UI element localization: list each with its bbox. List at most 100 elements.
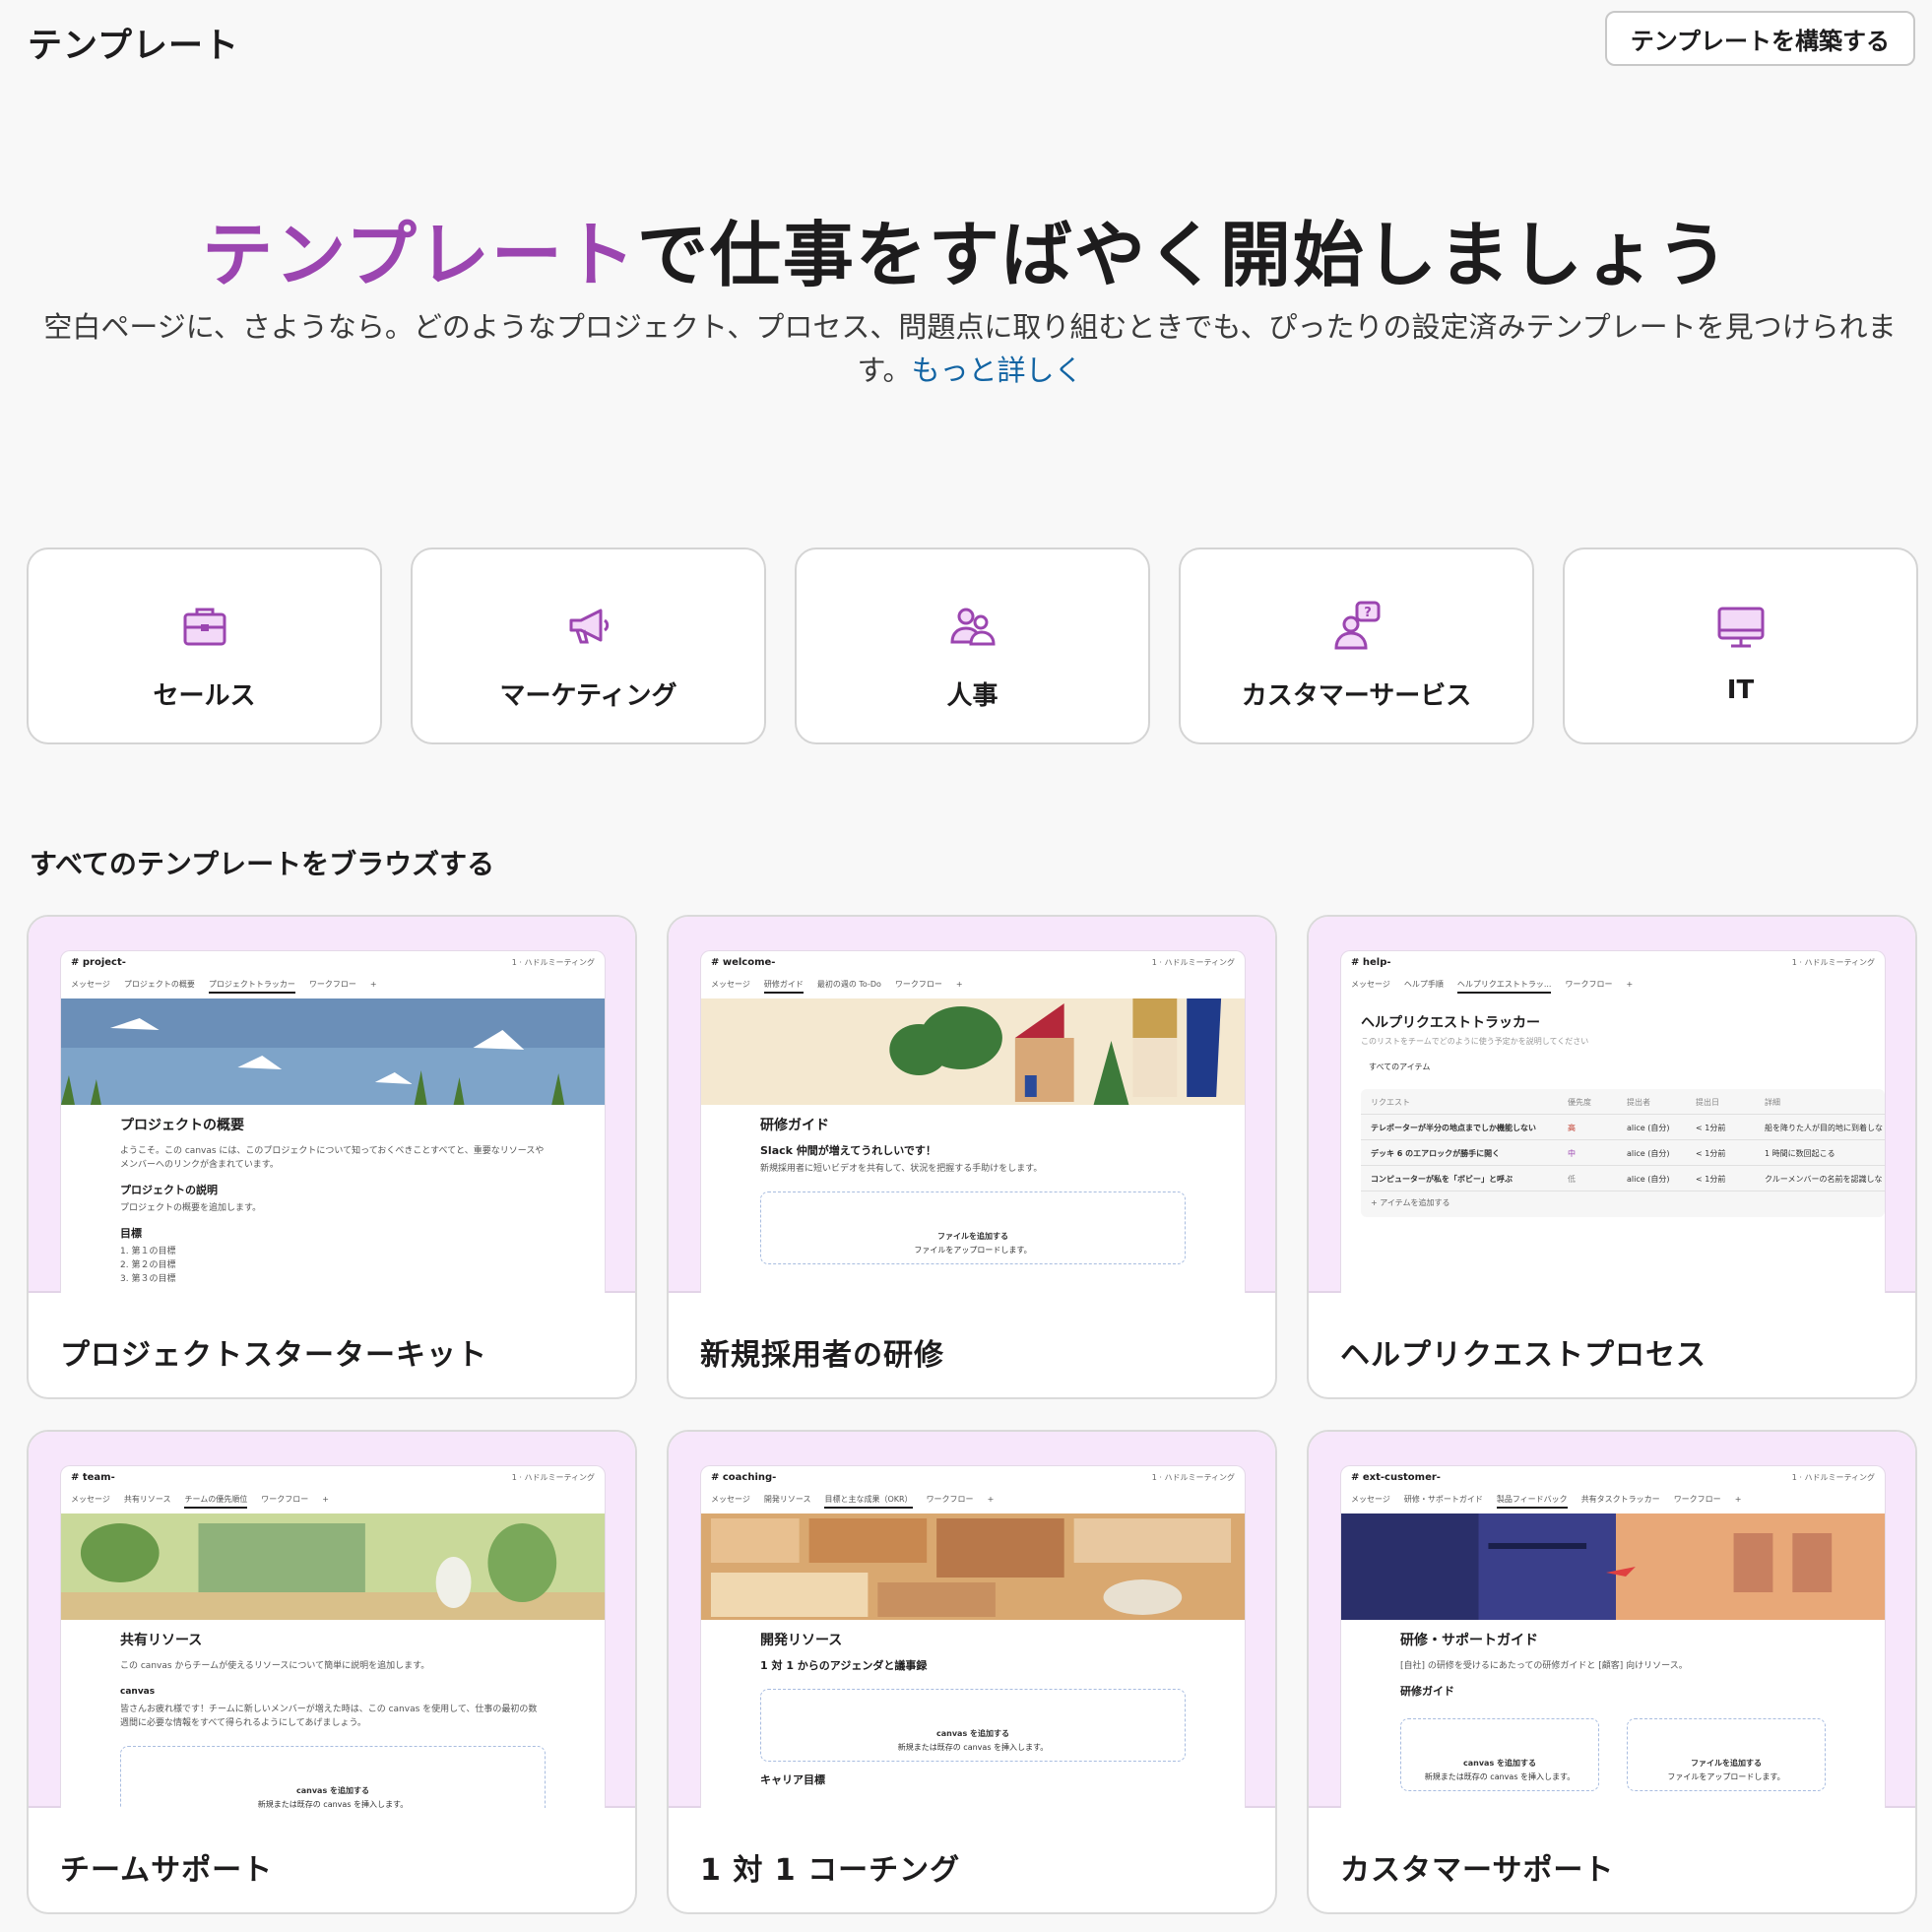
preview-tab: メッセージ — [711, 1495, 750, 1504]
preview-section: キャリア目標 — [760, 1773, 825, 1786]
placeholder-title: ファイルを追加する — [1691, 1759, 1762, 1768]
filter-dropdown: すべてのアイテム — [1369, 1063, 1431, 1071]
add-canvas-placeholder: canvas を追加する新規または既存の canvas を挿入します。 — [120, 1746, 546, 1808]
template-card-customer-support[interactable]: # ext-customer- 1 · ハドルミーティング メッセージ 研修・サポ… — [1307, 1430, 1917, 1914]
preview-tab: + — [955, 980, 963, 989]
preview-tab: + — [987, 1495, 995, 1504]
preview-tab: + — [1626, 980, 1634, 989]
preview-tab: メッセージ — [71, 1495, 110, 1504]
monitor-icon — [1717, 607, 1764, 648]
card-title: 新規採用者の研修 — [700, 1338, 944, 1373]
preview-screenshot: # team- 1 · ハドルミーティング メッセージ 共有リソース チームの優先順… — [60, 1465, 606, 1808]
card-title: チームサポート — [60, 1853, 274, 1888]
huddle-info: 1 · ハドルミーティング — [511, 1473, 595, 1482]
preview-tab: 研修ガイド — [763, 980, 804, 994]
placeholder-text: 新規または既存の canvas を挿入します。 — [1424, 1772, 1576, 1781]
city-balconies-illustration — [1341, 1513, 1885, 1620]
preview-tab: 共有リソース — [123, 1495, 171, 1504]
preview-heading: 共有リソース — [120, 1633, 203, 1648]
preview-text: このリストをチームでどのように使う予定かを説明してください — [1361, 1037, 1589, 1046]
preview-tab: プロジェクトトラッカー — [208, 980, 295, 994]
request-table: リクエスト 優先度 提出者 提出日 詳細 テレポーターが半分の地点までしか機能しない 高 a… — [1361, 1089, 1885, 1217]
huddle-info: 1 · ハドルミーティング — [1791, 1473, 1875, 1482]
hero-title-rest: で仕事をすばやく開始しましょう — [636, 214, 1730, 296]
card-preview: # team- 1 · ハドルミーティング メッセージ 共有リソース チームの優先順… — [29, 1432, 635, 1808]
houses-illustration — [701, 998, 1245, 1105]
table-cell: 1 時間に数回起こる — [1765, 1149, 1835, 1158]
table-cell: コンピューターが私を「ボビー」と呼ぶ — [1371, 1175, 1513, 1184]
preview-heading: 開発リソース — [760, 1633, 843, 1648]
category-list: セールス マーケティング 人事 ? カスタマーサービス IT — [27, 547, 1918, 744]
placeholder-text: ファイルをアップロードします。 — [914, 1246, 1032, 1255]
template-card-help-request[interactable]: # help- 1 · ハドルミーティング メッセージ ヘルプ手順 ヘルプリクエスト… — [1307, 915, 1917, 1399]
preview-tab: メッセージ — [711, 980, 750, 989]
preview-tabs: メッセージ ヘルプ手順 ヘルプリクエストトラッ... ワークフロー + — [1351, 979, 1646, 994]
table-cell: デッキ 6 のエアロックが勝手に開く — [1371, 1149, 1501, 1158]
preview-body: 研修・サポートガイド [自社] の研修を受けるにあたっての研修ガイドと [顧客]… — [1400, 1634, 1826, 1791]
hero-title-accent: テンプレート — [202, 214, 637, 296]
category-hr[interactable]: 人事 — [795, 547, 1150, 744]
preview-text: 皆さんお疲れ様です！チームに新しいメンバーが増えた時は、この canvas を使… — [120, 1705, 538, 1728]
table-cell: < 1分前 — [1696, 1175, 1726, 1184]
card-title: ヘルプリクエストプロセス — [1340, 1338, 1707, 1373]
preview-section: 1 対 1 からのアジェンダと議事録 — [760, 1659, 928, 1672]
preview-heading: プロジェクトの概要 — [120, 1118, 244, 1133]
template-card-onboarding[interactable]: # welcome- 1 · ハドルミーティング メッセージ 研修ガイド 最初の週の… — [667, 915, 1277, 1399]
category-customer-service[interactable]: ? カスタマーサービス — [1179, 547, 1534, 744]
placeholder-text: 新規または既存の canvas を挿入します。 — [257, 1800, 409, 1808]
table-row: デッキ 6 のエアロックが勝手に開く 中 alice (自分) < 1分前 1 時間に数… — [1361, 1140, 1885, 1166]
preview-tab: チームの優先順位 — [184, 1495, 248, 1509]
preview-tab: ワークフロー — [926, 1495, 974, 1504]
learn-more-link[interactable]: もっと詳しく — [912, 354, 1083, 387]
preview-tab: メッセージ — [1351, 1495, 1390, 1504]
preview-tab: 開発リソース — [763, 1495, 811, 1504]
column-header: リクエスト — [1371, 1098, 1410, 1107]
preview-tab: + — [369, 980, 377, 989]
preview-body: 研修ガイド Slack 仲間が増えてうれしいです！ 新規採用者に短いビデオを共有… — [760, 1119, 1186, 1264]
table-header: リクエスト 優先度 提出者 提出日 詳細 — [1361, 1089, 1885, 1115]
preview-section: 研修ガイド — [1400, 1685, 1454, 1698]
preview-screenshot: # welcome- 1 · ハドルミーティング メッセージ 研修ガイド 最初の週の… — [700, 950, 1246, 1293]
card-preview: # ext-customer- 1 · ハドルミーティング メッセージ 研修・サポ… — [1309, 1432, 1915, 1808]
add-canvas-placeholder: canvas を追加する 新規または既存の canvas を挿入します。 — [1400, 1718, 1599, 1791]
preview-heading: 研修ガイド — [760, 1118, 829, 1133]
build-template-button[interactable]: テンプレートを構築する — [1604, 11, 1915, 66]
browse-title: すべてのテンプレートをブラウズする — [30, 848, 495, 880]
template-card-project-starter[interactable]: # project- 1 · ハドルミーティング メッセージ プロジェクトの概要プ… — [27, 915, 637, 1399]
placeholder-title: canvas を追加する — [936, 1729, 1009, 1738]
card-title: カスタマーサポート — [1340, 1853, 1615, 1888]
preview-body: プロジェクトの概要 ようこそ。この canvas には、このプロジェクトについて… — [120, 1119, 546, 1286]
template-card-coaching[interactable]: # coaching- 1 · ハドルミーティング メッセージ 開発リソース 目標と… — [667, 1430, 1277, 1914]
column-header: 提出日 — [1696, 1098, 1719, 1107]
preview-tab: プロジェクトの概要 — [123, 980, 195, 989]
card-preview: # help- 1 · ハドルミーティング メッセージ ヘルプ手順 ヘルプリクエスト… — [1309, 917, 1915, 1293]
briefcase-icon — [183, 608, 225, 646]
card-preview: # project- 1 · ハドルミーティング メッセージ プロジェクトの概要プ… — [29, 917, 635, 1293]
preview-heading: 研修・サポートガイド — [1400, 1633, 1538, 1648]
card-title: プロジェクトスターターキット — [60, 1338, 487, 1373]
preview-text: 新規採用者に短いビデオを共有して、状況を把握する手助けをします。 — [760, 1164, 1043, 1174]
shelves-illustration — [701, 1513, 1245, 1620]
category-sales[interactable]: セールス — [27, 547, 382, 744]
green-room-illustration — [61, 1513, 605, 1620]
preview-text: ようこそ。この canvas には、このプロジェクトについて知っておくべきことす… — [120, 1146, 545, 1170]
template-card-team-support[interactable]: # team- 1 · ハドルミーティング メッセージ 共有リソース チームの優先順… — [27, 1430, 637, 1914]
category-label: IT — [1726, 676, 1755, 705]
huddle-info: 1 · ハドルミーティング — [1151, 1473, 1235, 1482]
add-file-placeholder: ファイルを追加する ファイルをアップロードします。 — [760, 1191, 1186, 1264]
preview-list-item: 2. 第２の目標 — [120, 1260, 176, 1270]
support-person-icon: ? — [1333, 601, 1380, 650]
preview-tab: ワークフロー — [1673, 1495, 1721, 1504]
category-it[interactable]: IT — [1563, 547, 1918, 744]
preview-screenshot: # help- 1 · ハドルミーティング メッセージ ヘルプ手順 ヘルプリクエスト… — [1340, 950, 1886, 1293]
placeholder-title: canvas を追加する — [296, 1786, 369, 1795]
table-cell: クルーメンバーの名前を認識しな — [1765, 1175, 1883, 1184]
table-cell: alice (自分) — [1627, 1175, 1670, 1184]
column-header: 提出者 — [1627, 1098, 1650, 1107]
preview-heading: ヘルプリクエストトラッカー — [1361, 1015, 1540, 1031]
preview-tabs: メッセージ 研修ガイド 最初の週の To-Do ワークフロー + — [711, 979, 977, 994]
table-row: コンピューターが私を「ボビー」と呼ぶ 低 alice (自分) < 1分前 クルーメンバ… — [1361, 1166, 1885, 1191]
preview-tab: ワークフロー — [1565, 980, 1613, 989]
preview-tab: ワークフロー — [308, 980, 356, 989]
category-marketing[interactable]: マーケティング — [411, 547, 766, 744]
